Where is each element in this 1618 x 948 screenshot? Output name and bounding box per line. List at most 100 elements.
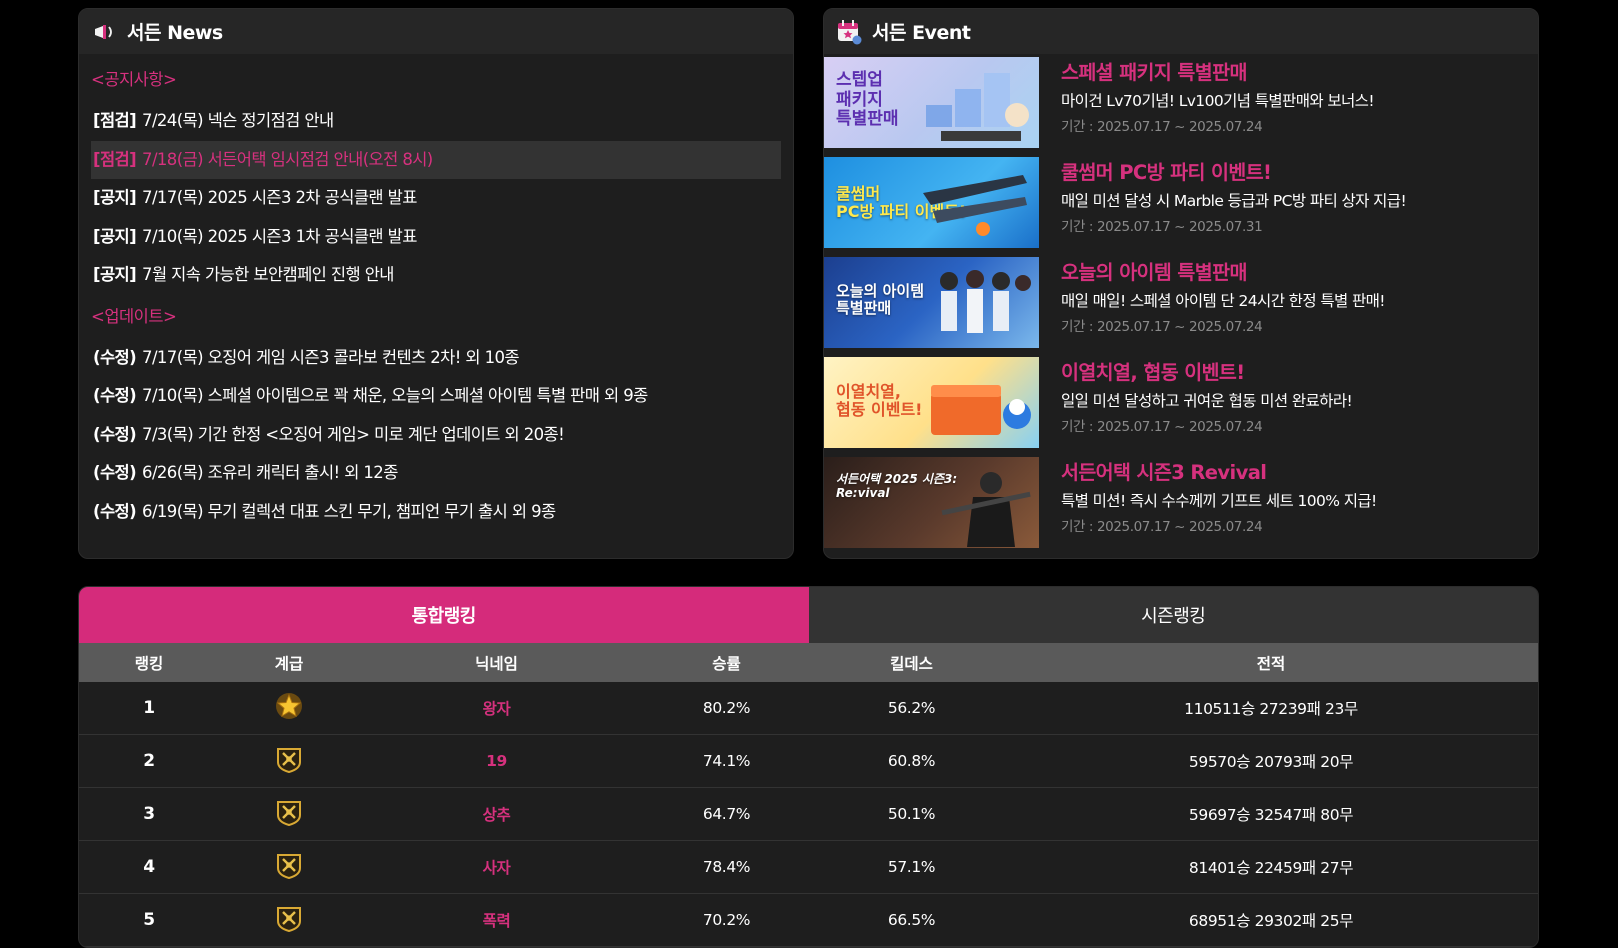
rank-cell: 1	[79, 682, 219, 735]
update-text: 6/26(목) 조유리 캐릭터 출시! 외 12종	[142, 463, 398, 482]
shield-rank-icon	[275, 745, 303, 777]
winrate-cell: 80.2%	[634, 682, 819, 735]
col-record: 전적	[1004, 643, 1538, 682]
update-tag: (수정)	[93, 386, 137, 405]
col-nickname: 닉네임	[359, 643, 634, 682]
table-row: 5 폭력 70.2% 66.5% 68951승 29302패 25무	[79, 893, 1538, 947]
killdeath-cell: 50.1%	[819, 787, 1004, 841]
event-item-title: 오늘의 아이템 특별판매	[1061, 261, 1247, 284]
update-item[interactable]: (수정) 7/17(목) 오징어 게임 시즌3 콜라보 컨텐츠 2차! 외 10종	[91, 339, 781, 378]
nickname-cell[interactable]: 폭력	[359, 893, 634, 947]
event-item-desc: 마이건 Lv70기념! Lv100기념 특별판매와 보너스!	[1061, 92, 1375, 110]
update-text: 7/3(목) 기간 한정 <오징어 게임> 미로 계단 업데이트 외 20종!	[142, 424, 565, 444]
notice-tag: [점검]	[93, 111, 137, 130]
notice-text: 7월 지속 가능한 보안캠페인 진행 안내	[142, 265, 394, 284]
news-header: 서든 News	[79, 9, 793, 54]
record-cell: 110511승 27239패 23무	[1004, 682, 1538, 735]
killdeath-cell: 56.2%	[819, 682, 1004, 735]
nickname-cell[interactable]: 사자	[359, 840, 634, 894]
update-item[interactable]: (수정) 7/3(목) 기간 한정 <오징어 게임> 미로 계단 업데이트 외 2…	[91, 416, 781, 455]
event-banner-image[interactable]: 서든어택 2025 시즌3: Re:vival	[824, 457, 1039, 548]
event-item[interactable]: 서든어택 2025 시즌3: Re:vival 서든어택 시즌3 Revival…	[824, 457, 1538, 548]
notice-text: 7/24(목) 넥슨 정기점검 안내	[142, 111, 334, 130]
rank-cell: 3	[79, 787, 219, 841]
event-banner-image[interactable]: 스텝업 패키지 특별판매	[824, 57, 1039, 148]
killdeath-cell: 66.5%	[819, 893, 1004, 947]
notice-tag: [공지]	[93, 265, 137, 284]
event-item-title: 이열치열, 협동 이벤트!	[1061, 361, 1245, 384]
event-banner-image[interactable]: 쿨썸머 PC방 파티 이벤트!	[824, 157, 1039, 248]
grade-cell	[219, 682, 359, 735]
update-item[interactable]: (수정) 6/19(목) 무기 컬렉션 대표 스킨 무기, 챔피언 무기 출시 외…	[91, 493, 781, 532]
event-item[interactable]: 스텝업 패키지 특별판매 스페셜 패키지 특별판매 마이건 Lv70기념! Lv…	[824, 57, 1538, 148]
calendar-icon	[836, 19, 862, 45]
winrate-cell: 78.4%	[634, 840, 819, 894]
grade-cell	[219, 734, 359, 788]
notice-tag: [점검]	[93, 149, 137, 169]
update-tag: (수정)	[93, 424, 137, 444]
event-item-title: 쿨썸머 PC방 파티 이벤트!	[1061, 161, 1272, 184]
nickname-cell[interactable]: 상추	[359, 787, 634, 841]
event-item-desc: 일일 미션 달성하고 귀여운 협동 미션 완료하라!	[1061, 392, 1353, 410]
shield-rank-icon	[275, 851, 303, 883]
update-text: 6/19(목) 무기 컬렉션 대표 스킨 무기, 챔피언 무기 출시 외 9종	[142, 501, 556, 521]
rank-cell: 2	[79, 734, 219, 788]
notice-tag: [공지]	[93, 226, 137, 246]
killdeath-cell: 57.1%	[819, 840, 1004, 894]
update-item[interactable]: (수정) 6/26(목) 조유리 캐릭터 출시! 외 12종	[91, 454, 781, 493]
notice-item[interactable]: [공지] 7/10(목) 2025 시즌3 1차 공식클랜 발표	[91, 218, 781, 257]
tab-season-ranking[interactable]: 시즌랭킹	[808, 587, 1538, 643]
notice-item[interactable]: [공지] 7/17(목) 2025 시즌3 2차 공식클랜 발표	[91, 179, 781, 218]
event-item[interactable]: 쿨썸머 PC방 파티 이벤트! 쿨썸머 PC방 파티 이벤트! 매일 미션 달성…	[824, 157, 1538, 248]
event-item[interactable]: 이열치열, 협동 이벤트! 이열치열, 협동 이벤트! 일일 미션 달성하고 귀…	[824, 357, 1538, 448]
update-tag: (수정)	[93, 463, 137, 482]
megaphone-icon	[91, 19, 117, 45]
tab-total-ranking[interactable]: 통합랭킹	[79, 587, 809, 643]
event-item-period: 기간 : 2025.07.17 ~ 2025.07.24	[1061, 119, 1263, 135]
event-panel: 서든 Event 스텝업 패키지 특별판매 스페셜 패키지 특별판매 마이건 L…	[823, 8, 1539, 559]
record-cell: 81401승 22459패 27무	[1004, 840, 1538, 894]
nickname-cell[interactable]: 왕자	[359, 682, 634, 735]
shield-rank-icon	[275, 904, 303, 936]
event-item[interactable]: 오늘의 아이템 특별판매 오늘의 아이템 특별판매 매일 매일! 스페셜 아이템…	[824, 257, 1538, 348]
event-item-period: 기간 : 2025.07.17 ~ 2025.07.24	[1061, 419, 1263, 435]
ranking-header-row: 랭킹 계급 닉네임 승률 킬데스 전적	[79, 643, 1538, 682]
shield-rank-icon	[275, 798, 303, 830]
event-banner-text: 스텝업 패키지 특별판매	[836, 70, 899, 130]
event-header: 서든 Event	[824, 9, 1538, 54]
event-item-title: 서든어택 시즌3 Revival	[1061, 461, 1267, 484]
grade-cell	[219, 840, 359, 894]
news-panel: 서든 News <공지사항> [점검] 7/24(목) 넥슨 정기점검 안내 [점…	[78, 8, 794, 559]
record-cell: 68951승 29302패 25무	[1004, 893, 1538, 947]
event-banner-text: 이열치열, 협동 이벤트!	[836, 382, 923, 420]
event-item-desc: 특별 미션! 즉시 수수께끼 기프트 세트 100% 지급!	[1061, 492, 1377, 510]
col-winrate: 승률	[634, 643, 819, 682]
event-item-period: 기간 : 2025.07.17 ~ 2025.07.24	[1061, 519, 1263, 535]
table-row: 4 사자 78.4% 57.1% 81401승 22459패 27무	[79, 840, 1538, 894]
grade-cell	[219, 787, 359, 841]
update-item[interactable]: (수정) 7/10(목) 스페셜 아이템으로 꽉 채운, 오늘의 스페셜 아이템 …	[91, 377, 781, 416]
event-item-period: 기간 : 2025.07.17 ~ 2025.07.31	[1061, 219, 1263, 235]
notice-tag: [공지]	[93, 188, 137, 207]
event-banner-text: 오늘의 아이템 특별판매	[836, 282, 925, 318]
ranking-table: 랭킹 계급 닉네임 승률 킬데스 전적 1 왕자 80.2% 56.2% 110…	[79, 643, 1538, 947]
update-text: 7/10(목) 스페셜 아이템으로 꽉 채운, 오늘의 스페셜 아이템 특별 판…	[142, 386, 648, 405]
ranking-panel: 통합랭킹 시즌랭킹 랭킹 계급 닉네임 승률 킬데스 전적 1 왕자 80.2%…	[78, 586, 1539, 948]
notice-section-title: <공지사항>	[91, 70, 177, 89]
event-banner-image[interactable]: 이열치열, 협동 이벤트!	[824, 357, 1039, 448]
event-banner-image[interactable]: 오늘의 아이템 특별판매	[824, 257, 1039, 348]
update-text: 7/17(목) 오징어 게임 시즌3 콜라보 컨텐츠 2차! 외 10종	[142, 347, 520, 367]
notice-item[interactable]: [점검] 7/24(목) 넥슨 정기점검 안내	[91, 102, 781, 141]
nickname-cell[interactable]: 19	[359, 734, 634, 788]
notice-item[interactable]: [공지] 7월 지속 가능한 보안캠페인 진행 안내	[91, 256, 781, 295]
record-cell: 59570승 20793패 20무	[1004, 734, 1538, 788]
star-rank-icon	[275, 692, 303, 724]
killdeath-cell: 60.8%	[819, 734, 1004, 788]
col-rank: 랭킹	[79, 643, 219, 682]
event-title: 서든 Event	[872, 22, 971, 44]
event-item-desc: 매일 미션 달성 시 Marble 등급과 PC방 파티 상자 지급!	[1061, 192, 1407, 210]
update-tag: (수정)	[93, 501, 137, 521]
update-tag: (수정)	[93, 347, 137, 367]
event-item-desc: 매일 매일! 스페셜 아이템 단 24시간 한정 특별 판매!	[1061, 292, 1386, 310]
notice-item[interactable]: [점검] 7/18(금) 서든어택 임시점검 안내(오전 8시)	[91, 140, 781, 179]
